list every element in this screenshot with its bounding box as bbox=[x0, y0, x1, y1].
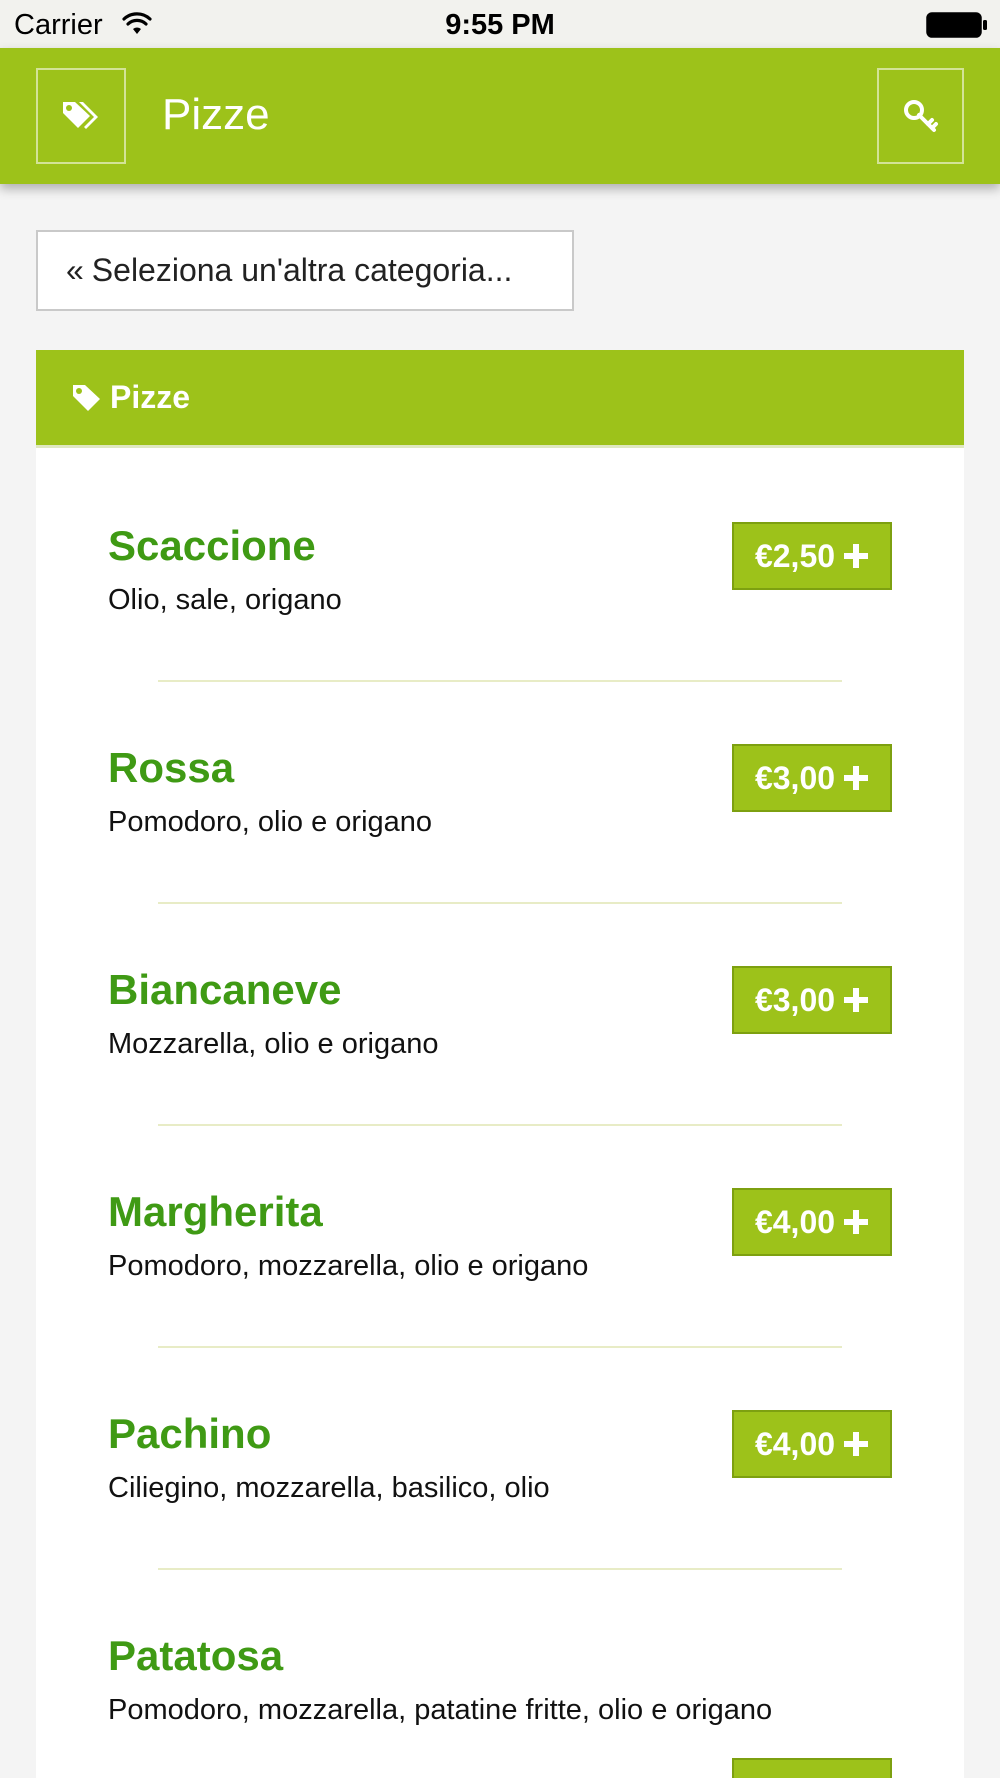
status-bar: Carrier 9:55 PM bbox=[0, 0, 1000, 48]
app-header: Pizze bbox=[0, 48, 1000, 184]
item-name: Patatosa bbox=[108, 1632, 284, 1679]
item-price: €2,50 bbox=[754, 537, 836, 574]
plus-icon bbox=[844, 1432, 869, 1456]
tags-icon bbox=[63, 102, 98, 129]
add-to-cart-button[interactable] bbox=[732, 1758, 892, 1778]
select-other-category-button[interactable]: « Seleziona un'altra categoria... bbox=[36, 230, 574, 311]
list-item: Pachino Ciliegino, mozzarella, basilico,… bbox=[36, 1410, 964, 1632]
item-price: €3,00 bbox=[754, 981, 836, 1018]
plus-icon bbox=[844, 766, 869, 790]
list-item: Margherita Pomodoro, mozzarella, olio e … bbox=[36, 1188, 964, 1410]
categories-button[interactable] bbox=[36, 68, 126, 164]
list-item: Scaccione Olio, sale, origano €2,50 bbox=[36, 522, 964, 744]
item-divider bbox=[158, 1346, 842, 1348]
item-price: €3,00 bbox=[754, 759, 836, 796]
list-item: Patatosa Pomodoro, mozzarella, patatine … bbox=[36, 1632, 964, 1778]
list-item: Biancaneve Mozzarella, olio e origano €3… bbox=[36, 966, 964, 1188]
category-title: Pizze bbox=[110, 379, 191, 415]
item-description: Pomodoro, mozzarella, patatine fritte, o… bbox=[108, 1694, 773, 1726]
item-price: €4,00 bbox=[754, 1203, 836, 1240]
item-price: €4,00 bbox=[754, 1425, 836, 1462]
category-panel: Pizze Scaccione Olio, sale, origano €2,5… bbox=[36, 350, 964, 1778]
back-button-label: Seleziona un'altra categoria... bbox=[91, 252, 513, 288]
list-item: Rossa Pomodoro, olio e origano €3,00 bbox=[36, 744, 964, 966]
item-description: Olio, sale, origano bbox=[108, 584, 342, 616]
tag-icon bbox=[73, 384, 100, 411]
plus-icon bbox=[844, 988, 869, 1012]
add-to-cart-button[interactable]: €4,00 bbox=[732, 1410, 892, 1478]
category-header: Pizze bbox=[36, 350, 964, 448]
add-to-cart-button[interactable]: €4,00 bbox=[732, 1188, 892, 1256]
item-name: Biancaneve bbox=[108, 966, 342, 1013]
login-button[interactable] bbox=[877, 68, 964, 164]
item-description: Mozzarella, olio e origano bbox=[108, 1028, 439, 1060]
item-description: Pomodoro, olio e origano bbox=[108, 806, 433, 838]
item-name: Rossa bbox=[108, 744, 235, 791]
page-title: Pizze bbox=[162, 90, 270, 139]
item-divider bbox=[158, 1568, 842, 1570]
item-divider bbox=[158, 1124, 842, 1126]
status-time: 9:55 PM bbox=[445, 9, 555, 41]
plus-icon bbox=[844, 1210, 869, 1234]
item-name: Margherita bbox=[108, 1188, 323, 1235]
double-chevron-left-icon: « bbox=[66, 252, 84, 288]
add-to-cart-button[interactable]: €2,50 bbox=[732, 522, 892, 590]
plus-icon bbox=[844, 544, 869, 568]
add-to-cart-button[interactable]: €3,00 bbox=[732, 966, 892, 1034]
item-divider bbox=[158, 680, 842, 682]
item-name: Scaccione bbox=[108, 522, 316, 569]
add-to-cart-button[interactable]: €3,00 bbox=[732, 744, 892, 812]
item-description: Pomodoro, mozzarella, olio e origano bbox=[108, 1250, 589, 1282]
item-description: Ciliegino, mozzarella, basilico, olio bbox=[108, 1472, 550, 1504]
battery-icon bbox=[926, 12, 987, 38]
key-icon bbox=[903, 100, 938, 132]
item-divider bbox=[158, 902, 842, 904]
item-name: Pachino bbox=[108, 1410, 272, 1457]
